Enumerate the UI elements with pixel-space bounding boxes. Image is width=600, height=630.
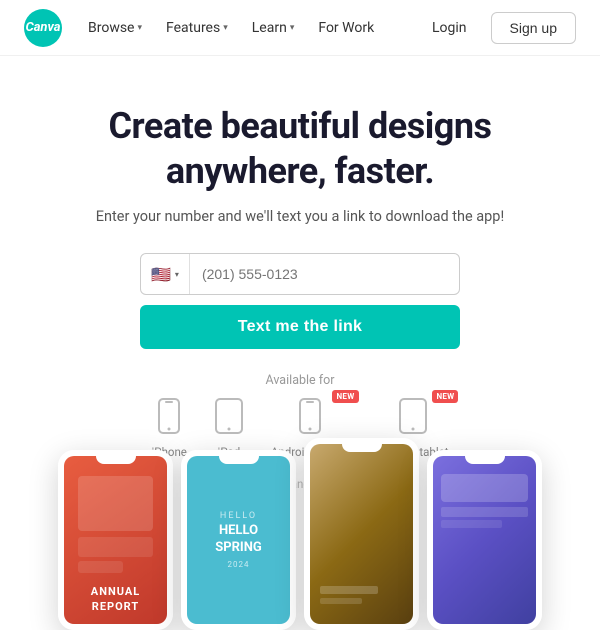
flag-icon: 🇺🇸 (151, 265, 171, 284)
country-selector[interactable]: 🇺🇸 ▾ (141, 254, 190, 294)
mockup-screen-purple (433, 456, 536, 624)
canva-logo[interactable]: Canva (24, 9, 62, 47)
navbar: Canva Browse ▾ Features ▾ Learn ▾ For Wo… (0, 0, 600, 56)
nav-learn[interactable]: Learn ▾ (242, 14, 305, 42)
nav-browse-label: Browse (88, 20, 134, 36)
text-me-link-button[interactable]: Text me the link (140, 305, 460, 349)
available-label: Available for (266, 373, 335, 388)
phone-input-wrapper: 🇺🇸 ▾ (140, 253, 460, 295)
phone-notch (342, 444, 382, 452)
nav-forwork[interactable]: For Work (308, 14, 384, 42)
phone-notch (219, 456, 259, 464)
nav-links: Browse ▾ Features ▾ Learn ▾ For Work (78, 14, 420, 42)
chevron-down-icon: ▾ (137, 23, 142, 33)
mockup-screen-spring: Hello HELLOSPRING 2024 (187, 456, 290, 624)
chevron-down-icon: ▾ (223, 23, 228, 33)
mockup-screen-annual: AnnualReport (64, 456, 167, 624)
nav-learn-label: Learn (252, 20, 287, 36)
mockup-spring: Hello HELLOSPRING 2024 (181, 450, 296, 630)
signup-button[interactable]: Sign up (491, 12, 576, 44)
new-badge-android-tablet: NEW (432, 390, 458, 403)
phone-form: 🇺🇸 ▾ Text me the link (140, 253, 460, 349)
mockup-screen-autumn (310, 444, 413, 624)
login-button[interactable]: Login (420, 14, 479, 42)
mockup-autumn (304, 438, 419, 630)
ipad-icon (215, 398, 243, 439)
hero-title: Create beautiful designsanywhere, faster… (109, 104, 492, 194)
iphone-icon (158, 398, 180, 439)
phone-notch (96, 456, 136, 464)
mockup-annual: AnnualReport (58, 450, 173, 630)
phone-mockups: AnnualReport Hello HELLOSPRING 2024 (0, 435, 600, 630)
new-badge-android-mobile: NEW (332, 390, 358, 403)
logo-text: Canva (25, 20, 60, 35)
chevron-down-icon: ▾ (175, 270, 179, 279)
nav-forwork-label: For Work (318, 20, 374, 36)
chevron-down-icon: ▾ (290, 23, 295, 33)
nav-features-label: Features (166, 20, 220, 36)
mockup-purple (427, 450, 542, 630)
hero-subtitle: Enter your number and we'll text you a l… (96, 208, 504, 225)
mockup-spring-text: HELLOSPRING (215, 523, 262, 557)
nav-browse[interactable]: Browse ▾ (78, 14, 152, 42)
android-tablet-icon (399, 398, 427, 439)
phone-notch (465, 456, 505, 464)
nav-auth: Login Sign up (420, 12, 576, 44)
nav-features[interactable]: Features ▾ (156, 14, 238, 42)
android-mobile-icon (299, 398, 321, 439)
phone-input[interactable] (190, 266, 459, 282)
